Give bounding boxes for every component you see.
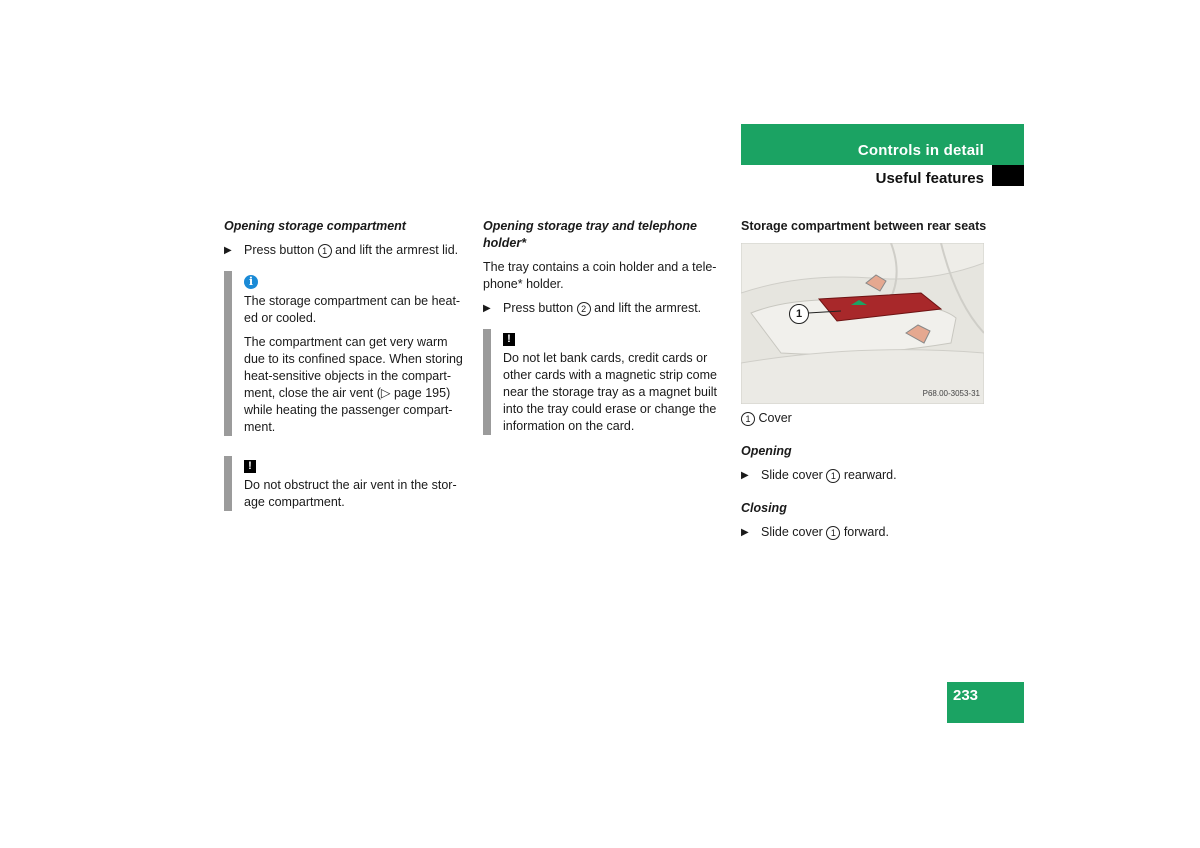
subsection-marker bbox=[992, 165, 1024, 186]
section-title: Controls in detail bbox=[857, 142, 984, 159]
subsection-header: Useful features bbox=[741, 165, 1024, 187]
step: ▶ Press button 1 and lift the armrest li… bbox=[224, 242, 470, 259]
bullet-arrow-icon: ▶ bbox=[741, 470, 749, 481]
callout-number: 2 bbox=[576, 302, 591, 316]
warning-icon: ! bbox=[244, 460, 256, 473]
heading: Storage compartment between rear seats bbox=[741, 219, 987, 233]
info-note: i The storage compartment can be heat-ed… bbox=[224, 271, 470, 436]
armrest-drawing bbox=[741, 243, 984, 404]
callout-number: 1 bbox=[826, 469, 841, 483]
note-text: The storage compartment can be heat-ed o… bbox=[244, 294, 461, 325]
page-number-tab: 233 bbox=[947, 682, 1024, 723]
column-opening-storage-tray: Opening storage tray and telephone holde… bbox=[483, 218, 729, 449]
note-text: The compartment can get very warm due to… bbox=[244, 335, 463, 434]
section-header: Controls in detail bbox=[741, 124, 1024, 165]
figure-callout: 1 bbox=[789, 304, 809, 324]
note-text: Do not obstruct the air vent in the stor… bbox=[244, 478, 457, 509]
armrest-illustration: 1 P68.00-3053-31 bbox=[741, 243, 984, 404]
bullet-arrow-icon: ▶ bbox=[741, 527, 749, 538]
figure-legend: 1 Cover bbox=[741, 410, 987, 427]
note-bar bbox=[224, 271, 232, 436]
info-icon: i bbox=[244, 275, 258, 289]
callout-number: 1 bbox=[317, 244, 332, 258]
note-bar bbox=[224, 456, 232, 511]
heading: Opening storage compartment bbox=[224, 219, 406, 233]
callout-number: 1 bbox=[741, 412, 755, 426]
warning-note: ! Do not obstruct the air vent in the st… bbox=[224, 456, 470, 511]
closing-heading: Closing bbox=[741, 501, 787, 515]
intro-text: The tray contains a coin holder and a te… bbox=[483, 260, 717, 291]
callout-number: 1 bbox=[826, 526, 841, 540]
step: ▶ Slide cover 1 forward. bbox=[741, 524, 987, 541]
column-rear-storage-compartment: Storage compartment between rear seats 1… bbox=[741, 218, 987, 549]
bullet-arrow-icon: ▶ bbox=[224, 245, 232, 256]
warning-icon: ! bbox=[503, 333, 515, 346]
bullet-arrow-icon: ▶ bbox=[483, 303, 491, 314]
step: ▶ Press button 2 and lift the armrest. bbox=[483, 300, 729, 317]
heading: Opening storage tray and telephone holde… bbox=[483, 219, 697, 250]
step-text: Press button 2 and lift the armrest. bbox=[503, 301, 702, 316]
step-text: Press button 1 and lift the armrest lid. bbox=[244, 243, 459, 258]
subsection-title: Useful features bbox=[875, 170, 984, 187]
opening-heading: Opening bbox=[741, 444, 792, 458]
warning-note: ! Do not let bank cards, credit cards or… bbox=[483, 329, 729, 435]
step: ▶ Slide cover 1 rearward. bbox=[741, 467, 987, 484]
figure-code: P68.00-3053-31 bbox=[922, 389, 980, 398]
step-text: Slide cover 1 forward. bbox=[761, 525, 889, 540]
page-number: 233 bbox=[953, 687, 979, 704]
step-text: Slide cover 1 rearward. bbox=[761, 468, 897, 483]
column-opening-storage-compartment: Opening storage compartment ▶ Press butt… bbox=[224, 218, 470, 525]
note-bar bbox=[483, 329, 491, 435]
note-text: Do not let bank cards, credit cards or o… bbox=[503, 351, 718, 433]
